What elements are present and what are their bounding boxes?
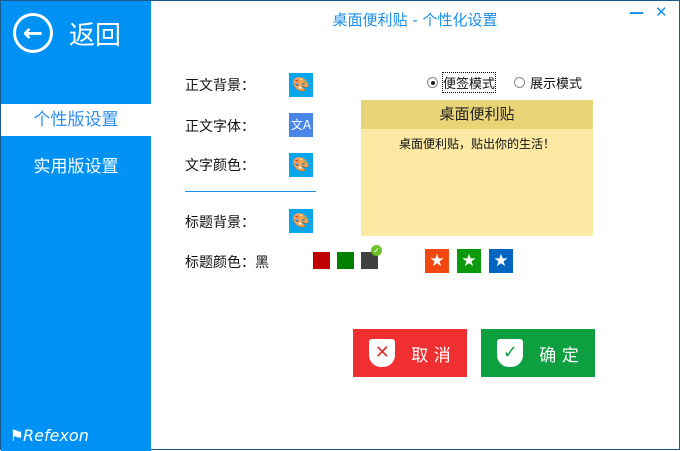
ok-button[interactable]: ✓ 确 定 — [481, 329, 595, 377]
radio-display-mode[interactable]: 展示模式 — [514, 73, 582, 92]
logo-text: Refexon — [23, 426, 89, 445]
radio-label: 展示模式 — [530, 77, 583, 92]
swatch-red[interactable] — [313, 252, 330, 269]
window-title: 桌面便利贴 - 个性化设置 — [332, 11, 498, 29]
star-green-button[interactable]: ★ — [457, 249, 481, 273]
back-button[interactable]: ← 返回 — [13, 13, 121, 53]
star-orange-button[interactable]: ★ — [425, 249, 449, 273]
palette-icon[interactable]: 🎨 — [289, 73, 313, 97]
title-bg-label: 标题背景： — [185, 215, 255, 231]
arrow-left-icon: ← — [13, 13, 53, 53]
radio-note-mode[interactable]: 便签模式 — [427, 72, 497, 93]
preview-body: 桌面便利贴，贴出你的生活！ — [398, 137, 555, 151]
sidebar-item-personal[interactable]: 个性版设置 — [1, 104, 151, 136]
text-color-label: 文字颜色： — [185, 158, 255, 174]
minimize-button[interactable]: — — [629, 3, 644, 21]
body-bg-label: 正文背景： — [185, 78, 255, 94]
translate-icon[interactable]: 文A — [289, 113, 313, 137]
body-font-label: 正文字体： — [185, 119, 255, 135]
star-blue-button[interactable]: ★ — [489, 249, 513, 273]
check-shield-icon: ✓ — [497, 339, 524, 367]
radio-label: 便签模式 — [441, 72, 497, 93]
preview-note: 桌面便利贴 桌面便利贴，贴出你的生活！ — [361, 100, 593, 236]
palette-icon[interactable]: 🎨 — [289, 209, 313, 233]
divider — [185, 191, 316, 192]
ok-label: 确 定 — [539, 345, 579, 366]
swatch-green[interactable] — [337, 252, 354, 269]
x-shield-icon: ✕ — [369, 339, 396, 367]
sidebar-item-practical[interactable]: 实用版设置 — [1, 151, 151, 183]
cancel-button[interactable]: ✕ 取 消 — [353, 329, 467, 377]
close-button[interactable]: ✕ — [655, 3, 668, 21]
back-label: 返回 — [69, 20, 122, 51]
preview-title: 桌面便利贴 — [361, 100, 593, 129]
palette-icon[interactable]: 🎨 — [289, 153, 313, 177]
sidebar: ← 返回 个性版设置 实用版设置 ⚑Refexon — [1, 1, 151, 451]
title-color-label: 标题颜色：黑 — [185, 255, 269, 271]
cancel-label: 取 消 — [411, 345, 451, 366]
check-icon: ✓ — [371, 245, 382, 256]
logo: ⚑Refexon — [11, 426, 89, 445]
